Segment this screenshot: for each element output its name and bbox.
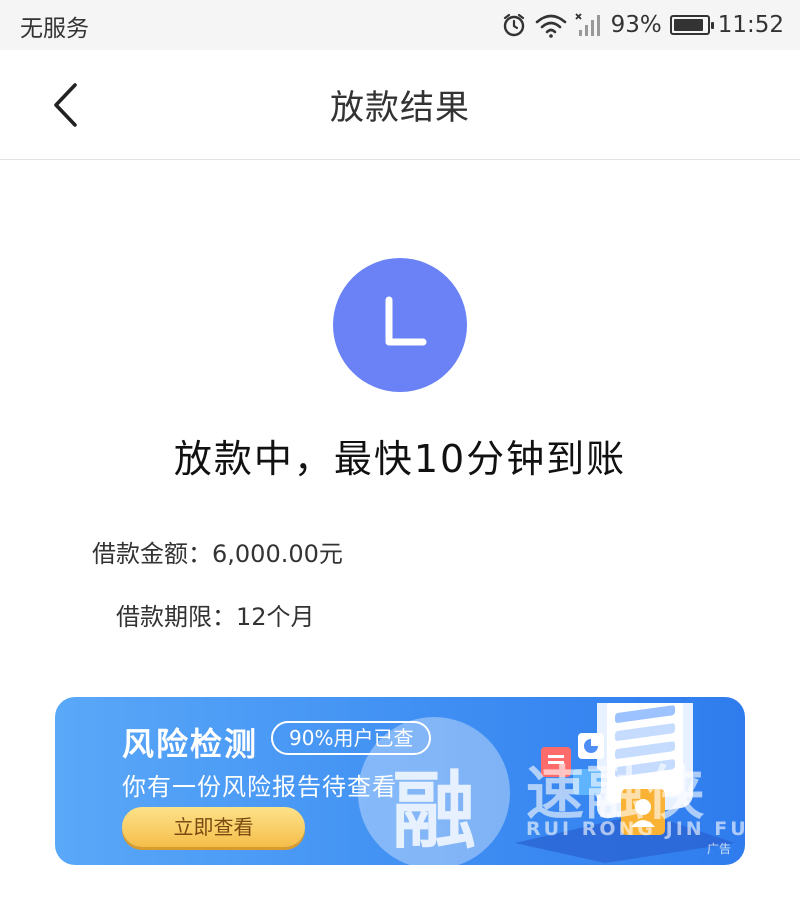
loan-amount-row: 借款金额：6,000.00元: [92, 534, 343, 569]
banner-title: 风险检测: [122, 725, 259, 763]
nav-bar: 放款结果: [0, 50, 800, 160]
loan-term-label: 借款期限：: [116, 603, 236, 631]
signal-icon: [574, 13, 600, 36]
battery-percent: 93%: [610, 12, 662, 38]
watermark-pinyin: RUI RONG JIN FU: [526, 818, 749, 840]
clock-time: 11:52: [717, 12, 784, 38]
loan-term-row: 借款期限：12个月: [116, 597, 315, 632]
wifi-icon: [535, 14, 566, 38]
status-icons: 93% 11:52: [501, 8, 784, 42]
clock-icon: [333, 258, 467, 392]
status-message: 放款中，最快10分钟到账: [173, 437, 627, 481]
loan-term-value: 12个月: [236, 603, 315, 631]
alarm-icon: [503, 13, 524, 37]
battery-level: [673, 19, 704, 31]
check-now-button[interactable]: 立即查看: [122, 807, 305, 847]
banner-subtitle: 你有一份风险报告待查看: [122, 773, 397, 801]
battery-icon: [669, 15, 714, 35]
loan-amount-label: 借款金额：: [92, 540, 212, 568]
loan-amount-value: 6,000.00元: [212, 540, 343, 568]
carrier-text: 无服务: [20, 16, 89, 42]
watermark-logo-char: 融: [391, 762, 476, 860]
page-title: 放款结果: [330, 88, 470, 128]
ad-tag: 广告: [706, 842, 731, 856]
status-bar: 无服务 93% 11:52: [0, 0, 800, 50]
